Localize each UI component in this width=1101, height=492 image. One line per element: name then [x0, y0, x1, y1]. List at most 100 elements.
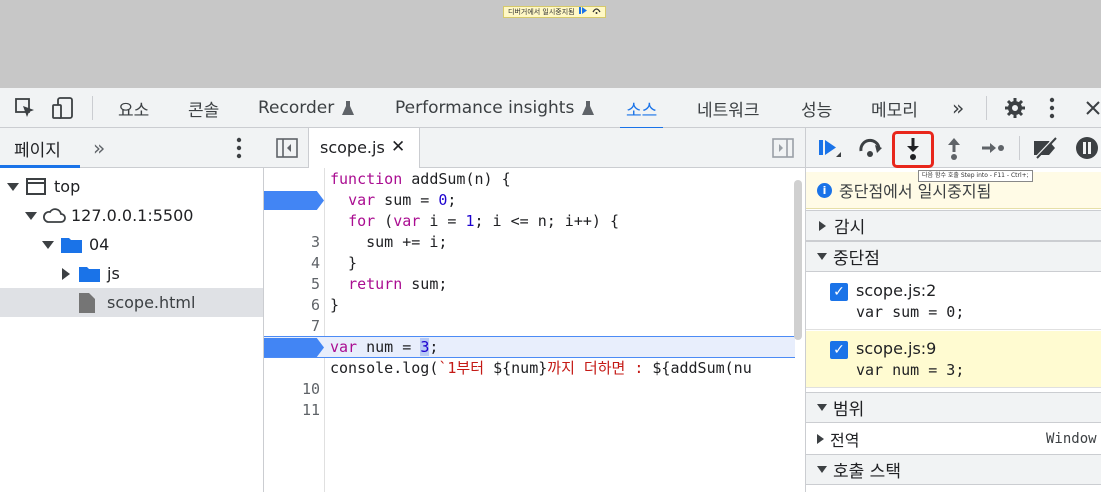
- tree-item-label: top: [54, 177, 81, 196]
- tree-item-host[interactable]: 127.0.0.1:5500: [0, 201, 263, 230]
- active-tab-underline: [0, 165, 80, 168]
- tree-item-label: scope.html: [107, 293, 196, 312]
- toolbar-divider: [986, 96, 987, 120]
- more-navigator-tabs-icon[interactable]: »: [93, 128, 105, 168]
- code-line[interactable]: 3 for (var i = 1; i <= n; i++) {: [264, 211, 795, 251]
- breakpoint-location[interactable]: scope.js:2: [856, 281, 936, 300]
- editor-scrollbar[interactable]: [794, 180, 802, 340]
- experimental-flask-icon: [582, 101, 595, 115]
- breakpoint-code: var sum = 0;: [856, 303, 965, 321]
- file-navigator: 페이지 » top 127.0.0.1:5500 04 js scope.htm…: [0, 128, 264, 492]
- close-devtools-icon[interactable]: [1085, 88, 1101, 128]
- breakpoint-checkbox[interactable]: ✓: [830, 283, 848, 301]
- code-line[interactable]: 10 console.log(`1부터 ${num}까지 더하면 : ${add…: [264, 358, 795, 398]
- folder-icon: [79, 267, 100, 282]
- tree-item-top[interactable]: top: [0, 172, 263, 201]
- expand-arrow-icon[interactable]: [7, 182, 19, 191]
- section-watch[interactable]: 감시: [806, 210, 1101, 241]
- debugger-toolbar: [806, 128, 1101, 168]
- section-scope[interactable]: 범위: [806, 392, 1101, 423]
- inspect-element-icon[interactable]: [14, 88, 36, 128]
- tab-network[interactable]: 네트워크: [697, 88, 760, 128]
- expand-arrow-icon[interactable]: [817, 466, 827, 473]
- editor-tabbar: scope.js ✕: [264, 128, 806, 168]
- section-call-stack[interactable]: 호출 스택: [806, 454, 1101, 485]
- paused-in-debugger-banner: 디버거에서 일시중지됨: [503, 6, 606, 18]
- section-label: 감시: [834, 218, 866, 238]
- code-line[interactable]: 11: [264, 379, 795, 419]
- tab-performance-insights-label: Performance insights: [395, 98, 575, 118]
- page-viewport: 디버거에서 일시중지됨: [0, 0, 1101, 88]
- debugger-sidebar: i 중단점에서 일시중지됨 다음 함수 호출 Step into - F11 -…: [806, 128, 1101, 492]
- panel-divider[interactable]: [805, 128, 806, 492]
- tab-sources[interactable]: 소스: [619, 88, 664, 129]
- tree-item-label: js: [107, 264, 120, 283]
- expand-arrow-icon[interactable]: [817, 404, 827, 411]
- tree-item-folder-04[interactable]: 04: [0, 230, 263, 259]
- section-breakpoints[interactable]: 중단점: [806, 241, 1101, 272]
- frame-icon: [26, 178, 46, 195]
- step-icon[interactable]: [977, 134, 1007, 162]
- step-out-icon[interactable]: [939, 134, 969, 162]
- collapse-arrow-icon[interactable]: [819, 220, 826, 231]
- navigator-menu-icon[interactable]: [236, 137, 242, 163]
- toggle-navigator-icon[interactable]: [276, 138, 298, 162]
- tab-console[interactable]: 콘솔: [188, 88, 219, 128]
- tab-page[interactable]: 페이지: [14, 128, 61, 168]
- tree-item-label: 127.0.0.1:5500: [71, 206, 194, 225]
- scope-global-row[interactable]: 전역 Window: [806, 424, 1101, 453]
- tab-elements[interactable]: 요소: [118, 88, 149, 128]
- code-line[interactable]: 6 return sum;: [264, 274, 795, 314]
- tab-performance[interactable]: 성능: [801, 88, 832, 128]
- more-tabs-icon[interactable]: »: [952, 88, 964, 128]
- code-line[interactable]: 2 var sum = 0;: [264, 190, 795, 251]
- code-line[interactable]: 4 sum += i;: [264, 232, 795, 272]
- code-line[interactable]: 5 }: [264, 253, 795, 293]
- toolbar-divider: [92, 96, 93, 120]
- file-icon: [79, 292, 95, 313]
- section-label: 호출 스택: [833, 462, 901, 482]
- line-number[interactable]: 11: [264, 400, 320, 421]
- editor-tab-scope-js[interactable]: scope.js ✕: [308, 128, 420, 168]
- resume-icon[interactable]: [814, 134, 844, 162]
- code-line[interactable]: 7 }: [264, 295, 795, 335]
- device-toolbar-icon[interactable]: [51, 88, 75, 128]
- code-line[interactable]: 1 function addSum(n) {: [264, 169, 795, 209]
- expand-arrow-icon[interactable]: [42, 240, 54, 249]
- deactivate-breakpoints-icon[interactable]: [1030, 134, 1060, 162]
- tree-item-scope-html[interactable]: scope.html: [0, 288, 263, 317]
- tree-item-folder-js[interactable]: js: [0, 259, 263, 288]
- tab-performance-insights[interactable]: Performance insights: [395, 88, 595, 128]
- expand-arrow-icon[interactable]: [817, 253, 827, 260]
- tree-item-label: 04: [89, 235, 110, 254]
- scope-global-value: Window: [1046, 430, 1097, 447]
- collapse-arrow-icon[interactable]: [62, 267, 70, 280]
- breakpoint-marker[interactable]: [264, 191, 324, 210]
- folder-icon: [61, 238, 82, 253]
- current-execution-line[interactable]: 9 var num = 3;: [264, 336, 795, 398]
- tab-memory[interactable]: 메모리: [871, 88, 918, 128]
- breakpoint-item[interactable]: ✓ scope.js:2 var sum = 0;: [806, 273, 1101, 330]
- breakpoint-location[interactable]: scope.js:9: [856, 339, 936, 358]
- breakpoint-checkbox[interactable]: ✓: [830, 341, 848, 359]
- source-editor: scope.js ✕ 1 function addSum(n) { 2 var …: [264, 128, 806, 492]
- step-over-icon[interactable]: [856, 134, 886, 162]
- breakpoint-code: var num = 3;: [856, 361, 965, 379]
- experimental-flask-icon: [342, 101, 355, 115]
- close-tab-icon[interactable]: ✕: [391, 137, 405, 157]
- section-label: 중단점: [833, 249, 880, 269]
- customize-menu-icon[interactable]: [1049, 88, 1055, 128]
- resume-mini-icon[interactable]: [578, 7, 588, 17]
- toggle-debugger-icon[interactable]: [772, 138, 794, 162]
- settings-gear-icon[interactable]: [1004, 88, 1026, 128]
- tab-recorder[interactable]: Recorder: [258, 88, 355, 128]
- expand-arrow-icon[interactable]: [25, 211, 37, 220]
- section-label: 범위: [833, 400, 865, 420]
- step-over-mini-icon[interactable]: [592, 7, 601, 17]
- breakpoint-item-active[interactable]: ✓ scope.js:9 var num = 3;: [806, 331, 1101, 388]
- pause-on-exceptions-icon[interactable]: [1072, 134, 1101, 162]
- code-line[interactable]: 8: [264, 316, 795, 356]
- editor-tab-label: scope.js: [320, 138, 385, 157]
- collapse-arrow-icon[interactable]: [817, 433, 824, 444]
- breakpoint-marker[interactable]: [264, 338, 324, 357]
